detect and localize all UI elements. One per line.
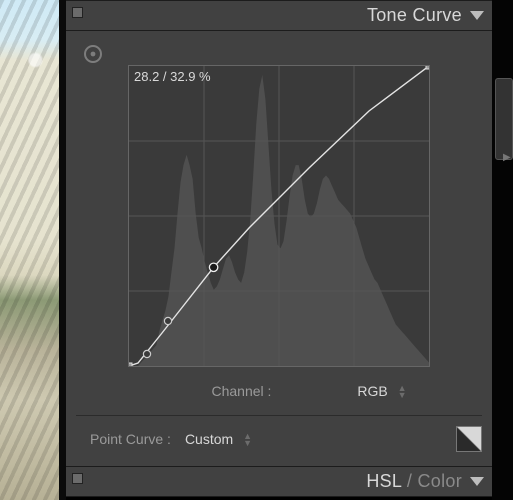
hsl-label: HSL [366,471,401,491]
collapse-icon[interactable] [470,477,484,486]
curve-anchor[interactable] [129,363,132,366]
channel-row: Channel : RGB ▲▼ [76,373,482,409]
point-curve-value: Custom [185,431,233,447]
divider [59,0,66,500]
tone-curve-graph-area: 28.2 / 32.9 % [76,39,482,373]
image-preview-sliver [0,0,59,500]
curve-point[interactable] [143,350,150,357]
tone-curve-footer: Point Curve : Custom ▲▼ [76,415,482,452]
tone-curve-header[interactable]: Tone Curve [66,0,492,31]
hsl-color-title: HSL / Color [366,471,462,492]
curve-point-active[interactable] [209,263,217,271]
channel-select[interactable]: RGB ▲▼ [341,383,406,399]
right-panel-column: Tone Curve 28.2 / 32.9 % Channel [66,0,492,500]
point-curve-label: Point Curve : [90,431,171,447]
tone-curve-title: Tone Curve [367,5,462,26]
scrollbar-track: ▶ [492,0,513,500]
separator: / [402,471,418,491]
hsl-color-header[interactable]: HSL / Color [66,466,492,497]
point-curve-select[interactable]: Custom ▲▼ [181,431,252,447]
tone-curve-svg[interactable] [129,66,429,366]
channel-value: RGB [357,383,387,399]
targeted-adjustment-icon[interactable] [82,43,104,65]
panel-switch-icon[interactable] [72,7,83,18]
up-down-icon: ▲▼ [398,385,407,399]
expand-arrow-icon[interactable]: ▶ [503,152,511,163]
curve-mode-toggle-icon[interactable] [456,426,482,452]
curve-point[interactable] [164,317,171,324]
collapse-icon[interactable] [470,11,484,20]
channel-label: Channel : [151,383,271,399]
tone-curve-body: 28.2 / 32.9 % Channel : RGB ▲▼ Point Cur… [66,31,492,466]
panel-switch-icon[interactable] [72,473,83,484]
tone-curve-plot[interactable] [128,65,430,367]
scrollbar-thumb[interactable] [495,78,513,160]
color-label: Color [417,471,462,491]
curve-readout: 28.2 / 32.9 % [134,69,211,84]
up-down-icon: ▲▼ [243,433,252,447]
curve-anchor[interactable] [426,66,429,69]
